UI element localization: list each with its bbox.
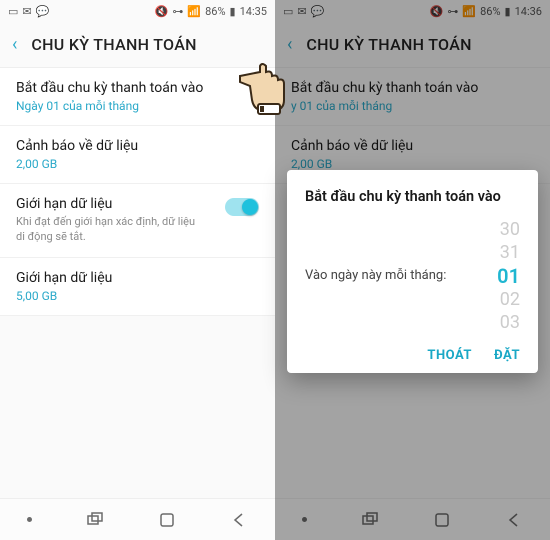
clock: 14:35 xyxy=(240,5,267,18)
home-icon[interactable] xyxy=(158,511,176,529)
header: ‹ CHU KỲ THANH TOÁN xyxy=(0,22,275,68)
bubble-icon: 💬 xyxy=(36,5,50,18)
row-data-limit-value[interactable]: Giới hạn dữ liệu 5,00 GB xyxy=(0,258,275,316)
wheel-item: 30 xyxy=(472,219,520,242)
page-title: CHU KỲ THANH TOÁN xyxy=(31,35,196,54)
row-value: 5,00 GB xyxy=(16,289,259,303)
battery-text: 86% xyxy=(205,5,225,18)
row-data-warning[interactable]: Cảnh báo về dữ liệu 2,00 GB xyxy=(0,126,275,184)
battery-icon: ▮ xyxy=(230,5,236,18)
recents-icon[interactable] xyxy=(86,511,104,529)
day-picker-wheel[interactable]: 30 31 01 02 03 xyxy=(472,219,520,334)
dialog-label: Vào ngày này mỗi tháng: xyxy=(305,267,462,285)
notif-icon: ▭ xyxy=(8,5,18,18)
screen-left: ▭ ✉ 💬 🔇 ⊶ 📶 86% ▮ 14:35 ‹ CHU KỲ THANH T… xyxy=(0,0,275,540)
row-value: 2,00 GB xyxy=(16,157,259,171)
signal-icon: 📶 xyxy=(187,5,201,18)
screen-right: ▭ ✉ 💬 🔇 ⊶ 📶 86% ▮ 14:36 ‹ CHU KỲ THANH T… xyxy=(275,0,550,540)
row-billing-cycle[interactable]: Bắt đầu chu kỳ thanh toán vào Ngày 01 củ… xyxy=(0,68,275,126)
wheel-item: 31 xyxy=(472,242,520,265)
wheel-item-selected: 01 xyxy=(472,264,520,289)
row-label: Cảnh báo về dữ liệu xyxy=(16,138,259,154)
wheel-item: 02 xyxy=(472,289,520,312)
nav-bar xyxy=(0,498,275,540)
wheel-item: 03 xyxy=(472,312,520,335)
nav-dot xyxy=(27,517,32,522)
status-bar: ▭ ✉ 💬 🔇 ⊶ 📶 86% ▮ 14:35 xyxy=(0,0,275,22)
cancel-button[interactable]: THOÁT xyxy=(427,348,472,363)
row-value: Ngày 01 của mỗi tháng xyxy=(16,99,259,113)
back-icon[interactable]: ‹ xyxy=(12,34,17,55)
billing-day-dialog: Bắt đầu chu kỳ thanh toán vào Vào ngày n… xyxy=(287,170,538,373)
chat-icon: ✉ xyxy=(22,5,31,18)
row-data-limit-toggle[interactable]: Giới hạn dữ liệu Khi đạt đến giới hạn xá… xyxy=(0,184,275,258)
settings-list: Bắt đầu chu kỳ thanh toán vào Ngày 01 củ… xyxy=(0,68,275,498)
dialog-title: Bắt đầu chu kỳ thanh toán vào xyxy=(305,188,520,205)
row-description: Khi đạt đến giới hạn xác định, dữ liệu d… xyxy=(16,215,206,245)
mute-icon: 🔇 xyxy=(155,5,169,18)
back-nav-icon[interactable] xyxy=(230,511,248,529)
ok-button[interactable]: ĐẶT xyxy=(494,348,520,363)
wifi-icon: ⊶ xyxy=(172,5,183,18)
toggle-switch[interactable] xyxy=(225,198,259,216)
row-label: Giới hạn dữ liệu xyxy=(16,196,206,212)
row-label: Giới hạn dữ liệu xyxy=(16,270,259,286)
row-label: Bắt đầu chu kỳ thanh toán vào xyxy=(16,80,259,96)
